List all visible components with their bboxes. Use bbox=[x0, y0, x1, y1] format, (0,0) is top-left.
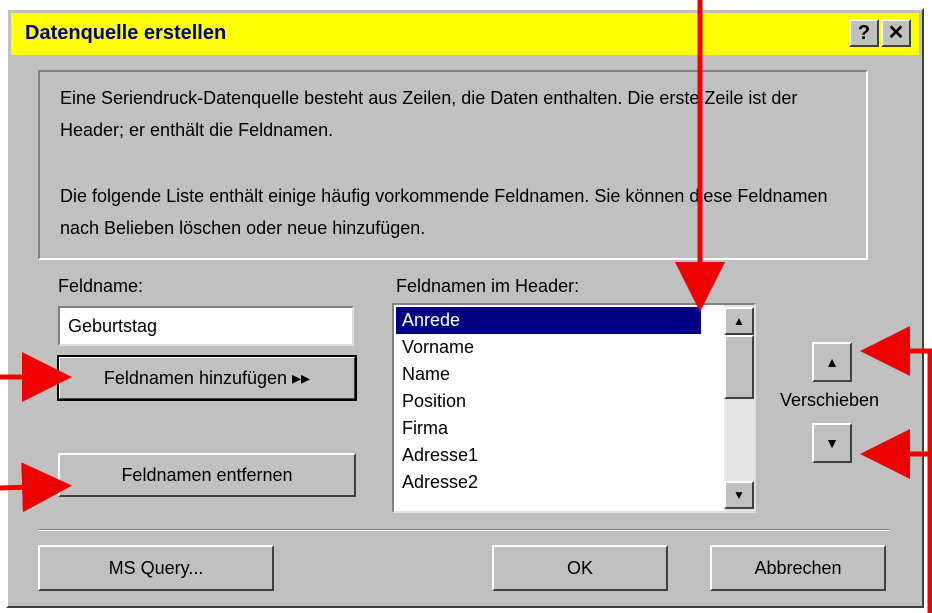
stage: Datenquelle erstellen ? ✕ Eine Seriendru… bbox=[0, 0, 932, 613]
annotation-arrows bbox=[0, 0, 932, 613]
annotation-arrow-remove bbox=[0, 462, 72, 513]
